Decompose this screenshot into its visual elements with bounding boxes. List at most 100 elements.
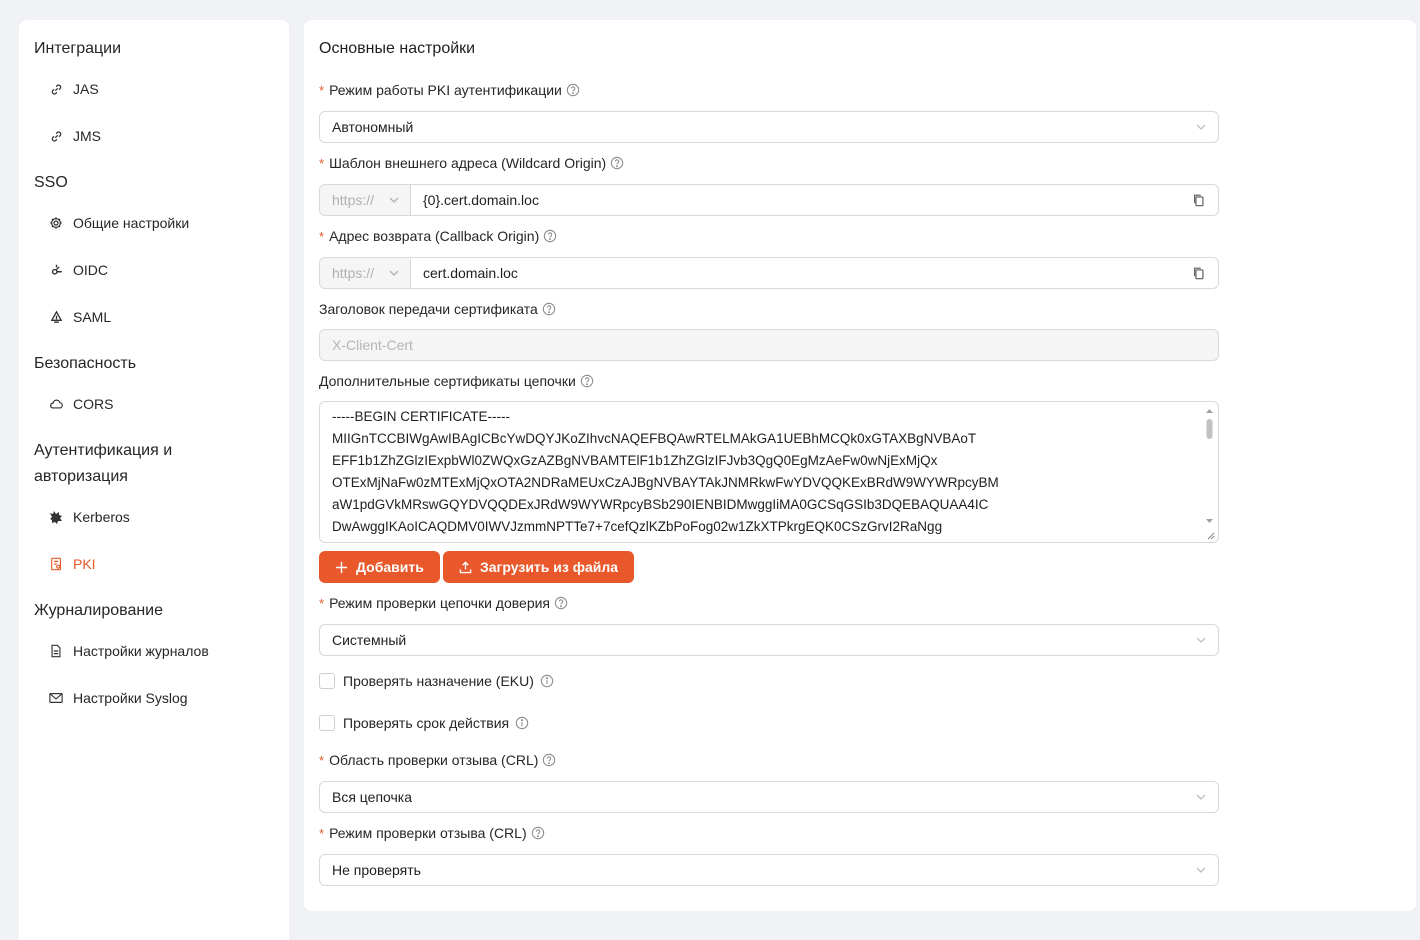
- help-icon[interactable]: [554, 596, 568, 610]
- required-mark: *: [319, 82, 325, 98]
- sidebar-item-label: CORS: [73, 396, 114, 412]
- help-icon[interactable]: [610, 156, 624, 170]
- sidebar-item-oidc[interactable]: OIDC: [47, 258, 108, 282]
- button-label: Загрузить из файла: [480, 559, 619, 575]
- sidebar-item-syslog-settings[interactable]: Настройки Syslog: [47, 686, 188, 710]
- checkbox-label[interactable]: Проверять срок действия: [343, 715, 509, 731]
- pki-mode-select[interactable]: Автономный: [319, 111, 1219, 143]
- upload-file-button[interactable]: Загрузить из файла: [443, 551, 635, 583]
- sidebar-item-saml[interactable]: SAML: [47, 305, 111, 329]
- link-icon: [47, 80, 65, 98]
- crl-scope-select[interactable]: Вся цепочка: [319, 781, 1219, 813]
- check-eku-row: Проверять назначение (EKU): [319, 671, 554, 691]
- trust-chain-mode-select[interactable]: Системный: [319, 624, 1219, 656]
- required-mark: *: [319, 595, 325, 611]
- help-icon[interactable]: [542, 753, 556, 767]
- required-mark: *: [319, 155, 325, 171]
- label-text: Режим работы PKI аутентификации: [329, 82, 562, 98]
- sidebar-item-label: JAS: [73, 81, 99, 97]
- main-panel: Основные настройки * Режим работы PKI ау…: [304, 20, 1416, 911]
- textarea-line: OTExMjNaFw0zMTExMjQxOTA2NDRaMEUxCzAJBgNV…: [332, 475, 999, 490]
- add-button[interactable]: Добавить: [319, 551, 440, 583]
- sidebar-item-jms[interactable]: JMS: [47, 124, 101, 148]
- info-icon[interactable]: [515, 716, 529, 730]
- chevron-down-icon: [1195, 790, 1207, 806]
- crl-mode-label: * Режим проверки отзыва (CRL): [319, 823, 545, 843]
- oidc-icon: [47, 261, 65, 279]
- check-validity-checkbox[interactable]: [319, 715, 335, 731]
- cert-header-label: Заголовок передачи сертификата: [319, 299, 556, 319]
- sidebar-item-pki[interactable]: PKI: [47, 552, 96, 576]
- callback-origin-field: https:// cert.domain.loc: [319, 257, 1219, 289]
- check-eku-checkbox[interactable]: [319, 673, 335, 689]
- crl-scope-label: * Область проверки отзыва (CRL): [319, 750, 556, 770]
- label-text: Заголовок передачи сертификата: [319, 301, 538, 317]
- chevron-down-icon: [1195, 633, 1207, 649]
- button-label: Добавить: [356, 559, 424, 575]
- required-mark: *: [319, 825, 325, 841]
- sidebar-item-cors[interactable]: CORS: [47, 392, 113, 416]
- required-mark: *: [319, 752, 325, 768]
- check-validity-row: Проверять срок действия: [319, 713, 529, 733]
- copy-icon[interactable]: [1192, 266, 1206, 283]
- sidebar-group-auth: Аутентификация и авторизация: [34, 442, 173, 485]
- kerberos-icon: [47, 508, 65, 526]
- textarea-line: MIIGnTCCBIWgAwIBAgICBcYwDQYJKoZIhvcNAQEF…: [332, 431, 977, 446]
- help-icon[interactable]: [580, 374, 594, 388]
- cloud-icon: [47, 395, 65, 413]
- sidebar: Интеграции JAS JMS SSO Общие настройки O…: [19, 20, 289, 940]
- chain-certs-textarea[interactable]: -----BEGIN CERTIFICATE----- MIIGnTCCBIWg…: [319, 401, 1219, 543]
- textarea-line: DwAwggIKAoICAQDMV0IWVJzmmNPTTe7+7cefQzlK…: [332, 519, 943, 534]
- sidebar-item-kerberos[interactable]: Kerberos: [47, 505, 130, 529]
- input-value: cert.domain.loc: [423, 265, 518, 281]
- link-icon: [47, 127, 65, 145]
- label-text: Режим проверки отзыва (CRL): [329, 825, 527, 841]
- wildcard-origin-field: https:// {0}.cert.domain.loc: [319, 184, 1219, 216]
- sidebar-group-integrations: Интеграции: [34, 40, 122, 57]
- sidebar-group-logging: Журналирование: [34, 602, 164, 619]
- input-placeholder: X-Client-Cert: [332, 337, 413, 353]
- label-text: Дополнительные сертификаты цепочки: [319, 373, 576, 389]
- help-icon[interactable]: [566, 83, 580, 97]
- sidebar-item-jas[interactable]: JAS: [47, 77, 99, 101]
- sidebar-item-label: OIDC: [73, 262, 108, 278]
- sidebar-item-label: Настройки журналов: [73, 643, 209, 659]
- sidebar-group-sso: SSO: [34, 174, 68, 191]
- pki-mode-label: * Режим работы PKI аутентификации: [319, 80, 580, 100]
- chain-certs-label: Дополнительные сертификаты цепочки: [319, 371, 594, 391]
- sidebar-item-label: Kerberos: [73, 509, 130, 525]
- help-icon[interactable]: [542, 302, 556, 316]
- crl-mode-select[interactable]: Не проверять: [319, 854, 1219, 886]
- protocol-select[interactable]: https://: [319, 257, 411, 289]
- wildcard-origin-input[interactable]: {0}.cert.domain.loc: [411, 184, 1219, 216]
- input-value: {0}.cert.domain.loc: [423, 192, 539, 208]
- gear-icon: [47, 214, 65, 232]
- saml-icon: [47, 308, 65, 326]
- file-icon: [47, 642, 65, 660]
- mail-icon: [47, 689, 65, 707]
- select-value: Автономный: [332, 119, 414, 135]
- label-text: Режим проверки цепочки доверия: [329, 595, 550, 611]
- callback-origin-input[interactable]: cert.domain.loc: [411, 257, 1219, 289]
- select-value: Не проверять: [332, 862, 421, 878]
- cert-header-input: X-Client-Cert: [319, 329, 1219, 361]
- sidebar-item-log-settings[interactable]: Настройки журналов: [47, 639, 209, 663]
- select-value: Вся цепочка: [332, 789, 413, 805]
- sidebar-item-label: PKI: [73, 556, 96, 572]
- wildcard-origin-label: * Шаблон внешнего адреса (Wildcard Origi…: [319, 153, 624, 173]
- sidebar-item-label: Общие настройки: [73, 215, 190, 231]
- copy-icon[interactable]: [1192, 193, 1206, 210]
- checkbox-label[interactable]: Проверять назначение (EKU): [343, 673, 534, 689]
- help-icon[interactable]: [531, 826, 545, 840]
- sidebar-item-general-settings[interactable]: Общие настройки: [47, 211, 189, 235]
- textarea-content: -----BEGIN CERTIFICATE----- MIIGnTCCBIWg…: [332, 406, 1198, 538]
- sidebar-item-label: JMS: [73, 128, 101, 144]
- protocol-select[interactable]: https://: [319, 184, 411, 216]
- help-icon[interactable]: [543, 229, 557, 243]
- info-icon[interactable]: [540, 674, 554, 688]
- scrollbar[interactable]: [1204, 405, 1215, 540]
- protocol-value: https://: [332, 192, 375, 208]
- protocol-value: https://: [332, 265, 375, 281]
- label-text: Адрес возврата (Callback Origin): [329, 228, 540, 244]
- chevron-down-icon: [388, 266, 400, 282]
